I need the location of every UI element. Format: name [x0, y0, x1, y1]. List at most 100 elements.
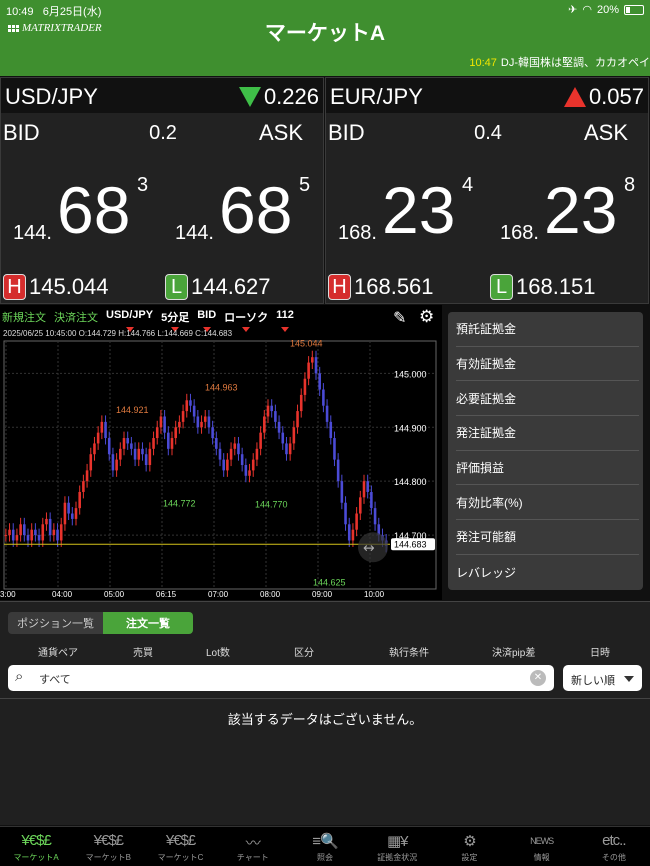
candle-body	[318, 373, 321, 390]
candle-body	[96, 432, 100, 444]
interval-selector[interactable]: 5分足	[161, 309, 190, 332]
margin-item-ratio: 有効比率(%)	[456, 485, 639, 521]
price-annotation: 144.772	[163, 498, 196, 508]
tab-orders[interactable]: 注文一覧	[103, 612, 193, 634]
column-condition: 執行条件	[389, 648, 429, 659]
candle-body	[311, 357, 314, 363]
candle-body	[296, 411, 299, 428]
arrow-up-icon	[563, 87, 586, 107]
candle-body	[45, 518, 48, 525]
clear-icon[interactable]: ✕	[530, 670, 546, 686]
daily-high: H 145.044	[3, 274, 109, 300]
ask-pip: 8	[624, 174, 636, 196]
daily-low: L 168.151	[490, 274, 596, 300]
chart-area[interactable]: 新規注文 決済注文 USD/JPY 5分足 BID ローソク 112 ✎ ⚙ 2…	[0, 305, 442, 600]
sort-select[interactable]: 新しい順	[563, 665, 642, 691]
column-side: 売買	[133, 648, 153, 659]
candle-body	[133, 448, 137, 460]
bottom-tab-bar: ¥€$£ マーケットA ¥€$£ マーケットB ¥€$£ マーケットC 〰チャート ≡…	[0, 826, 650, 866]
pencil-icon[interactable]: ✎	[393, 308, 406, 328]
search-value: すべて	[39, 674, 71, 686]
candle-body	[233, 443, 237, 449]
tab-other[interactable]: etc.. その他	[578, 827, 650, 866]
quote-header: USD/JPY 0.226	[1, 78, 323, 113]
new-order-button[interactable]: 新規注文	[2, 309, 46, 325]
column-lot: Lot数	[206, 648, 230, 659]
ask-prefix: 144.	[175, 222, 214, 244]
x-tick-label: 08:00	[260, 590, 281, 599]
change-value: 0.226	[263, 84, 319, 109]
tab-label: マーケットC	[157, 853, 204, 862]
candle-body	[152, 438, 155, 449]
interval-label: 5分足	[161, 312, 190, 324]
quote-panel-usdjpy[interactable]: USD/JPY 0.226 BID 0.2 ASK 144. 68 3 144.…	[0, 77, 324, 304]
candle-body	[170, 438, 174, 449]
candle-body	[185, 400, 189, 412]
candle-body	[200, 421, 203, 428]
pair-selector[interactable]: USD/JPY	[106, 309, 153, 332]
search-icon: ⌕	[15, 668, 24, 685]
chart-toolbar: 新規注文 決済注文 USD/JPY 5分足 BID ローソク 112	[2, 309, 294, 332]
tab-label: 照会	[316, 853, 333, 862]
tab-margin-status[interactable]: ▦¥ 証拠金状況	[361, 827, 433, 866]
candle-body	[355, 513, 358, 530]
close-order-button[interactable]: 決済注文	[54, 309, 98, 325]
news-ticker[interactable]: 10:47 DJ-韓国株は堅調、カカオペイ	[469, 54, 650, 70]
candle-body	[336, 459, 340, 482]
candle-body	[263, 416, 266, 433]
bid-main: 23	[382, 173, 456, 247]
quote-panel-eurjpy[interactable]: EUR/JPY 0.057 BID 0.4 ASK 168. 23 4 168.…	[325, 77, 649, 304]
tab-market-c[interactable]: ¥€$£ マーケットC	[144, 827, 216, 866]
candle-body	[174, 427, 177, 439]
candle-body	[344, 502, 347, 525]
price-annotation: 144.963	[205, 382, 238, 392]
candle-body	[229, 448, 233, 460]
daily-high: H 168.561	[328, 274, 434, 300]
candle-body	[34, 529, 37, 536]
tab-label: マーケットA	[13, 853, 59, 862]
candle-body	[181, 411, 185, 422]
ticker-time: 10:47	[469, 57, 497, 69]
candle-body	[4, 535, 8, 537]
x-tick-label: 09:00	[312, 590, 333, 599]
candle-body	[41, 524, 45, 541]
ask-label: ASK	[583, 120, 628, 145]
wifi-icon: ◠	[582, 4, 592, 16]
tab-market-b[interactable]: ¥€$£ マーケットB	[72, 827, 144, 866]
tab-market-a[interactable]: ¥€$£ マーケットA	[0, 827, 72, 866]
settings-icon: ⚙	[463, 833, 476, 850]
price-change: 0.226	[238, 84, 319, 110]
candle-body	[218, 448, 222, 460]
orders-segmented-control: ポジション一覧 注文一覧	[8, 612, 193, 634]
candlestick-chart[interactable]: 145.000144.900144.800144.7003:00 04:00 05:…	[0, 339, 442, 600]
tab-info[interactable]: NEWS 情報	[506, 827, 578, 866]
airplane-icon: ✈	[568, 4, 578, 16]
candle-body	[52, 529, 56, 536]
tab-inquiry[interactable]: ≡🔍 照会	[289, 827, 361, 866]
sort-value: 新しい順	[571, 675, 615, 687]
candle-body	[359, 497, 362, 514]
x-tick-label: 10:00	[364, 590, 385, 599]
style-selector[interactable]: ローソク	[224, 309, 268, 332]
high-value: 145.044	[29, 274, 109, 299]
candle-body	[329, 421, 333, 439]
caret-icon	[242, 327, 251, 332]
side-label: BID	[197, 309, 217, 321]
candle-body	[192, 405, 196, 417]
candle-body	[347, 524, 351, 541]
tab-chart[interactable]: 〰チャート	[217, 827, 289, 866]
search-input[interactable]: ⌕ すべて ✕	[8, 665, 554, 691]
side-selector[interactable]: BID	[197, 309, 217, 332]
tab-positions[interactable]: ポジション一覧	[8, 612, 103, 634]
margin-item-pnl: 評価損益	[456, 451, 639, 486]
status-bar-right: ✈ ◠ 20%	[568, 3, 644, 16]
candle-body	[240, 454, 244, 465]
gear-icon[interactable]: ⚙	[419, 307, 434, 327]
chart-ohlc-info: 2025/06/25 10:45:00 O:144.729 H:144.766 …	[3, 329, 233, 338]
low-value: 168.151	[516, 274, 596, 299]
tab-settings[interactable]: ⚙ 設定	[433, 827, 505, 866]
count-selector[interactable]: 112	[276, 309, 294, 332]
candle-body	[211, 427, 214, 439]
candle-body	[274, 411, 277, 422]
x-tick-label: 3:00	[0, 590, 16, 599]
